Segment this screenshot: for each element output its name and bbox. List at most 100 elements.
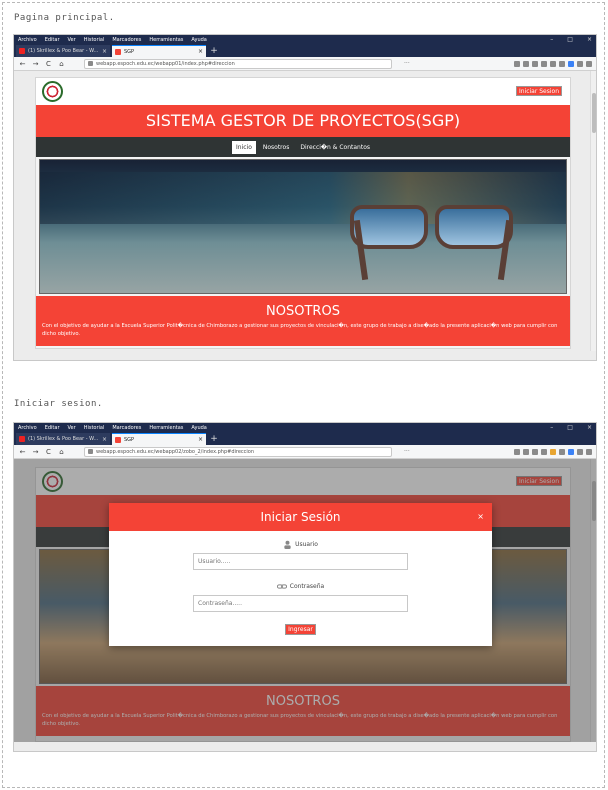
- sidebar-icon[interactable]: [532, 448, 538, 455]
- username-input[interactable]: [193, 553, 408, 570]
- menu-herramientas[interactable]: Herramientas: [149, 425, 183, 431]
- minimize-icon[interactable]: –: [550, 36, 553, 43]
- user-icon: [284, 540, 291, 549]
- download-icon[interactable]: [514, 60, 520, 67]
- tab-title: SGP: [124, 436, 135, 443]
- browser-window-main: Archivo Editar Ver Historial Marcadores …: [13, 34, 597, 361]
- caption-main-page: Pagina principal.: [14, 13, 115, 23]
- menu-historial[interactable]: Historial: [84, 37, 105, 43]
- maximize-icon[interactable]: □: [567, 36, 573, 43]
- extension-icon[interactable]: [559, 60, 565, 67]
- library-icon[interactable]: [523, 60, 529, 67]
- menu-archivo[interactable]: Archivo: [18, 425, 37, 431]
- new-tab-button[interactable]: +: [208, 433, 220, 445]
- login-button[interactable]: Iniciar Sesion: [515, 86, 562, 96]
- maximize-icon[interactable]: □: [567, 424, 573, 431]
- modal-title: Iniciar Sesión: [260, 510, 341, 524]
- tab-title: SGP: [124, 48, 135, 55]
- site-header: Iniciar Sesion: [36, 78, 570, 105]
- about-section: NOSOTROS Con el objetivo de ayudar a la …: [36, 296, 570, 346]
- back-icon[interactable]: ←: [18, 448, 27, 456]
- window-close-icon[interactable]: ×: [587, 36, 592, 43]
- url-text: webapp.espoch.edu.ec/webapp01/index.php#…: [96, 60, 235, 67]
- extension-icon[interactable]: [550, 60, 556, 67]
- menu-ayuda[interactable]: Ayuda: [191, 425, 206, 431]
- reload-icon[interactable]: C: [44, 448, 53, 456]
- info-icon[interactable]: [88, 449, 93, 454]
- menu-editar[interactable]: Editar: [45, 37, 60, 43]
- page-viewport: Iniciar Sesion NOSOTROS Con el objetivo …: [14, 459, 596, 742]
- username-label: Usuario: [295, 541, 318, 548]
- window-close-icon[interactable]: ×: [587, 424, 592, 431]
- login-modal: Iniciar Sesión × Usuario Contraseña Ingr…: [109, 503, 492, 646]
- reload-icon[interactable]: C: [44, 60, 53, 68]
- tab-close-icon[interactable]: ×: [198, 436, 203, 443]
- extension-icon[interactable]: [541, 448, 547, 455]
- library-icon[interactable]: [523, 448, 529, 455]
- hamburger-menu-icon[interactable]: [586, 60, 592, 67]
- submit-login-button[interactable]: Ingresar: [285, 624, 316, 635]
- menu-archivo[interactable]: Archivo: [18, 37, 37, 43]
- menu-ayuda[interactable]: Ayuda: [191, 37, 206, 43]
- new-tab-button[interactable]: +: [208, 45, 220, 57]
- minimize-icon[interactable]: –: [550, 424, 553, 431]
- home-icon[interactable]: ⌂: [57, 60, 66, 68]
- extension-icon[interactable]: [550, 448, 556, 455]
- menu-ver[interactable]: Ver: [68, 37, 76, 43]
- forward-icon[interactable]: →: [31, 60, 40, 68]
- extension-icon[interactable]: [568, 448, 574, 455]
- about-title: NOSOTROS: [266, 304, 340, 319]
- toolbar-icons: [514, 60, 592, 67]
- hamburger-menu-icon[interactable]: [586, 448, 592, 455]
- forward-icon[interactable]: →: [31, 448, 40, 456]
- menu-marcadores[interactable]: Marcadores: [112, 425, 141, 431]
- download-icon[interactable]: [514, 448, 520, 455]
- menu-herramientas[interactable]: Herramientas: [149, 37, 183, 43]
- address-bar[interactable]: webapp.espoch.edu.ec/webapp02/zobo_2/ind…: [84, 446, 392, 457]
- navigation-toolbar: ← → C ⌂ webapp.espoch.edu.ec/webapp01/in…: [14, 57, 596, 71]
- tab-bar: (1) Skrillex & Poo Bear - W... × SGP × +: [14, 432, 596, 445]
- tab-title: (1) Skrillex & Poo Bear - W...: [28, 48, 99, 54]
- tab-youtube[interactable]: (1) Skrillex & Poo Bear - W... ×: [16, 45, 110, 57]
- extension-icon[interactable]: [559, 448, 565, 455]
- nav-inicio[interactable]: Inicio: [231, 140, 256, 154]
- sgp-favicon-icon: [115, 436, 121, 443]
- page-scrollbar[interactable]: [590, 71, 596, 351]
- extension-icon[interactable]: [577, 60, 583, 67]
- modal-header: Iniciar Sesión ×: [109, 503, 492, 531]
- tab-close-icon[interactable]: ×: [198, 48, 203, 55]
- toolbar-icons: [514, 448, 592, 455]
- site-nav: Inicio Nosotros Direcci�n & Contantos: [36, 137, 570, 157]
- page-actions-icon[interactable]: ···: [404, 60, 410, 67]
- page-viewport: Iniciar Sesion SISTEMA GESTOR DE PROYECT…: [14, 71, 596, 351]
- menu-marcadores[interactable]: Marcadores: [112, 37, 141, 43]
- about-text: Con el objetivo de ayudar a la Escuela S…: [42, 323, 558, 337]
- tab-close-icon[interactable]: ×: [102, 48, 107, 55]
- extension-icon[interactable]: [577, 448, 583, 455]
- extension-icon[interactable]: [541, 60, 547, 67]
- sgp-favicon-icon: [115, 48, 121, 55]
- menu-historial[interactable]: Historial: [84, 425, 105, 431]
- scrollbar-thumb[interactable]: [592, 93, 596, 133]
- tab-sgp[interactable]: SGP ×: [112, 45, 206, 57]
- info-icon[interactable]: [88, 61, 93, 66]
- nav-direccion-contactos[interactable]: Direcci�n & Contantos: [296, 141, 374, 154]
- page-actions-icon[interactable]: ···: [404, 448, 410, 455]
- password-input[interactable]: [193, 595, 408, 612]
- back-icon[interactable]: ←: [18, 60, 27, 68]
- extension-icon[interactable]: [568, 60, 574, 67]
- tab-sgp[interactable]: SGP ×: [112, 433, 206, 445]
- username-label-row: Usuario: [109, 540, 492, 549]
- address-bar[interactable]: webapp.espoch.edu.ec/webapp01/index.php#…: [84, 58, 392, 69]
- sidebar-icon[interactable]: [532, 60, 538, 67]
- tab-youtube[interactable]: (1) Skrillex & Poo Bear - W... ×: [16, 433, 110, 445]
- browser-menubar: Archivo Editar Ver Historial Marcadores …: [14, 35, 596, 44]
- modal-close-icon[interactable]: ×: [477, 503, 484, 531]
- nav-nosotros[interactable]: Nosotros: [259, 141, 293, 154]
- menu-editar[interactable]: Editar: [45, 425, 60, 431]
- menu-ver[interactable]: Ver: [68, 425, 76, 431]
- espoch-logo: [42, 81, 63, 102]
- tab-close-icon[interactable]: ×: [102, 436, 107, 443]
- home-icon[interactable]: ⌂: [57, 448, 66, 456]
- password-label: Contraseña: [289, 583, 325, 590]
